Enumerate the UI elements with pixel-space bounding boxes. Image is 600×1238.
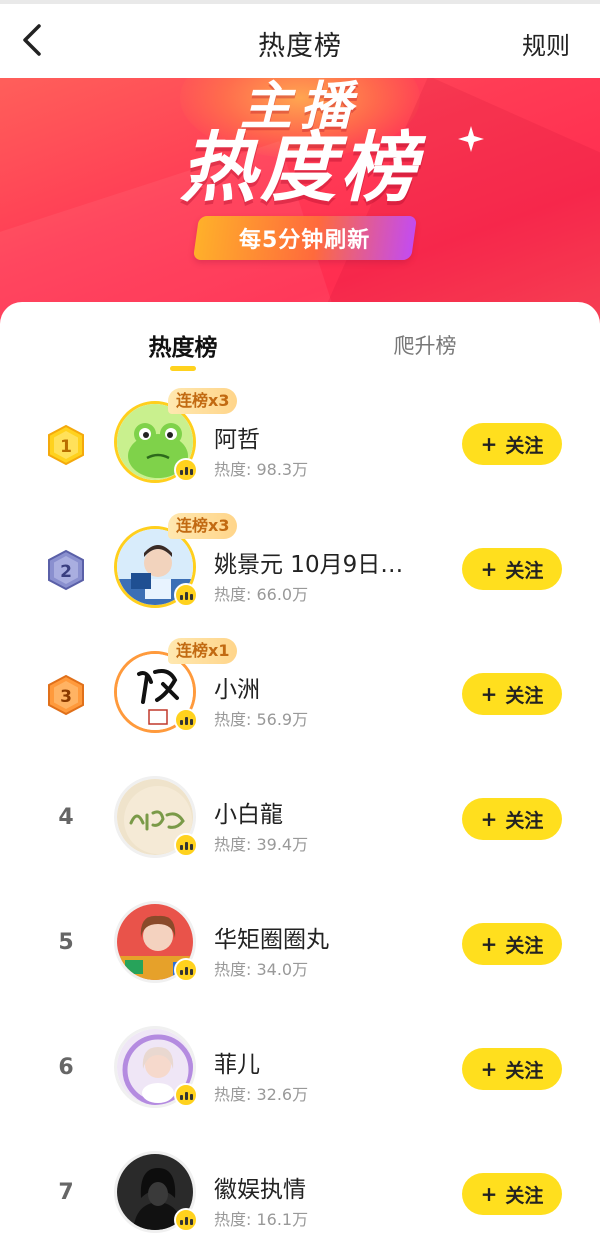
plus-icon: + bbox=[480, 807, 498, 831]
list-item[interactable]: 6 菲儿 热度: 32.6万 + 关注 bbox=[0, 1007, 600, 1132]
top-nav-bar: 热度榜 规则 bbox=[0, 0, 600, 78]
gold-rank-badge-icon: 1 bbox=[48, 424, 84, 466]
live-indicator-icon bbox=[174, 1083, 198, 1107]
list-item[interactable]: 4 小白龍 热度: 39.4万 + 关注 bbox=[0, 757, 600, 882]
bronze-rank-badge-icon: 3 bbox=[48, 674, 84, 716]
streak-badge: 连榜x3 bbox=[168, 513, 238, 539]
heat-value: 热度: 56.9万 bbox=[214, 710, 309, 729]
follow-button[interactable]: + 关注 bbox=[462, 423, 562, 465]
rank-number: 4 bbox=[58, 805, 74, 830]
streamer-name: 阿哲 bbox=[214, 427, 260, 453]
plus-icon: + bbox=[480, 682, 498, 706]
follow-label: 关注 bbox=[505, 809, 544, 832]
live-indicator-icon bbox=[174, 583, 198, 607]
plus-icon: + bbox=[480, 932, 498, 956]
rank-number: 2 bbox=[60, 562, 72, 582]
rank-number: 5 bbox=[58, 930, 74, 955]
follow-button[interactable]: + 关注 bbox=[462, 673, 562, 715]
live-indicator-icon bbox=[174, 458, 198, 482]
streamer-name: 徽娱执情 bbox=[214, 1177, 306, 1203]
follow-button[interactable]: + 关注 bbox=[462, 923, 562, 965]
follow-label: 关注 bbox=[505, 434, 544, 457]
heat-value: 热度: 34.0万 bbox=[214, 960, 309, 979]
follow-button[interactable]: + 关注 bbox=[462, 1173, 562, 1215]
plus-icon: + bbox=[480, 1057, 498, 1081]
plus-icon: + bbox=[480, 557, 498, 581]
ranking-card: 热度榜 爬升榜 1 连榜x3 阿哲 热度: 98.3万 + 关注 2 连榜x3 … bbox=[0, 302, 600, 1238]
follow-button[interactable]: + 关注 bbox=[462, 798, 562, 840]
tab-rising-ranking[interactable]: 爬升榜 bbox=[390, 330, 460, 360]
streamer-name: 菲儿 bbox=[214, 1052, 260, 1078]
follow-label: 关注 bbox=[505, 559, 544, 582]
live-indicator-icon bbox=[174, 958, 198, 982]
follow-label: 关注 bbox=[505, 684, 544, 707]
refresh-interval-badge: 每5分钟刷新 bbox=[192, 216, 418, 260]
heat-value: 热度: 39.4万 bbox=[214, 835, 309, 854]
heat-value: 热度: 66.0万 bbox=[214, 585, 309, 604]
streamer-name: 小白龍 bbox=[214, 802, 283, 828]
streak-badge: 连榜x3 bbox=[168, 388, 238, 414]
silver-rank-badge-icon: 2 bbox=[48, 549, 84, 591]
streamer-name: 姚景元 10月9日… bbox=[214, 552, 404, 578]
rank-number: 3 bbox=[60, 687, 72, 707]
follow-button[interactable]: + 关注 bbox=[462, 548, 562, 590]
sparkle-icon bbox=[458, 126, 484, 152]
list-item[interactable]: 1 连榜x3 阿哲 热度: 98.3万 + 关注 bbox=[0, 382, 600, 507]
heat-value: 热度: 98.3万 bbox=[214, 460, 309, 479]
live-indicator-icon bbox=[174, 708, 198, 732]
plus-icon: + bbox=[480, 432, 498, 456]
tab-heat-ranking[interactable]: 热度榜 bbox=[142, 328, 224, 362]
plus-icon: + bbox=[480, 1182, 498, 1206]
heat-value: 热度: 16.1万 bbox=[214, 1210, 309, 1229]
streamer-name: 小洲 bbox=[214, 677, 260, 703]
banner-title: 热度榜 bbox=[180, 123, 420, 212]
list-item[interactable]: 5 华矩圈圈丸 热度: 34.0万 + 关注 bbox=[0, 882, 600, 1007]
live-indicator-icon bbox=[174, 833, 198, 857]
heat-value: 热度: 32.6万 bbox=[214, 1085, 309, 1104]
rank-number: 1 bbox=[60, 437, 72, 457]
rank-number: 6 bbox=[58, 1055, 74, 1080]
streak-badge: 连榜x1 bbox=[168, 638, 238, 664]
live-indicator-icon bbox=[174, 1208, 198, 1232]
hero-banner: 主播 热度榜 每5分钟刷新 bbox=[0, 78, 600, 328]
streamer-name: 华矩圈圈丸 bbox=[214, 927, 329, 953]
refresh-interval-text: 每5分钟刷新 bbox=[239, 228, 371, 253]
list-item[interactable]: 7 徽娱执情 热度: 16.1万 + 关注 bbox=[0, 1132, 600, 1238]
follow-button[interactable]: + 关注 bbox=[462, 1048, 562, 1090]
page-title: 热度榜 bbox=[258, 31, 342, 62]
follow-label: 关注 bbox=[505, 1059, 544, 1082]
follow-label: 关注 bbox=[505, 1184, 544, 1207]
rank-number: 7 bbox=[58, 1180, 74, 1205]
list-item[interactable]: 3 连榜x1 小洲 热度: 56.9万 + 关注 bbox=[0, 632, 600, 757]
rules-link[interactable]: 规则 bbox=[522, 26, 570, 61]
follow-label: 关注 bbox=[505, 934, 544, 957]
active-tab-indicator bbox=[170, 366, 196, 371]
ranking-tabs: 热度榜 爬升榜 bbox=[0, 302, 600, 382]
list-item[interactable]: 2 连榜x3 姚景元 10月9日… 热度: 66.0万 + 关注 bbox=[0, 507, 600, 632]
